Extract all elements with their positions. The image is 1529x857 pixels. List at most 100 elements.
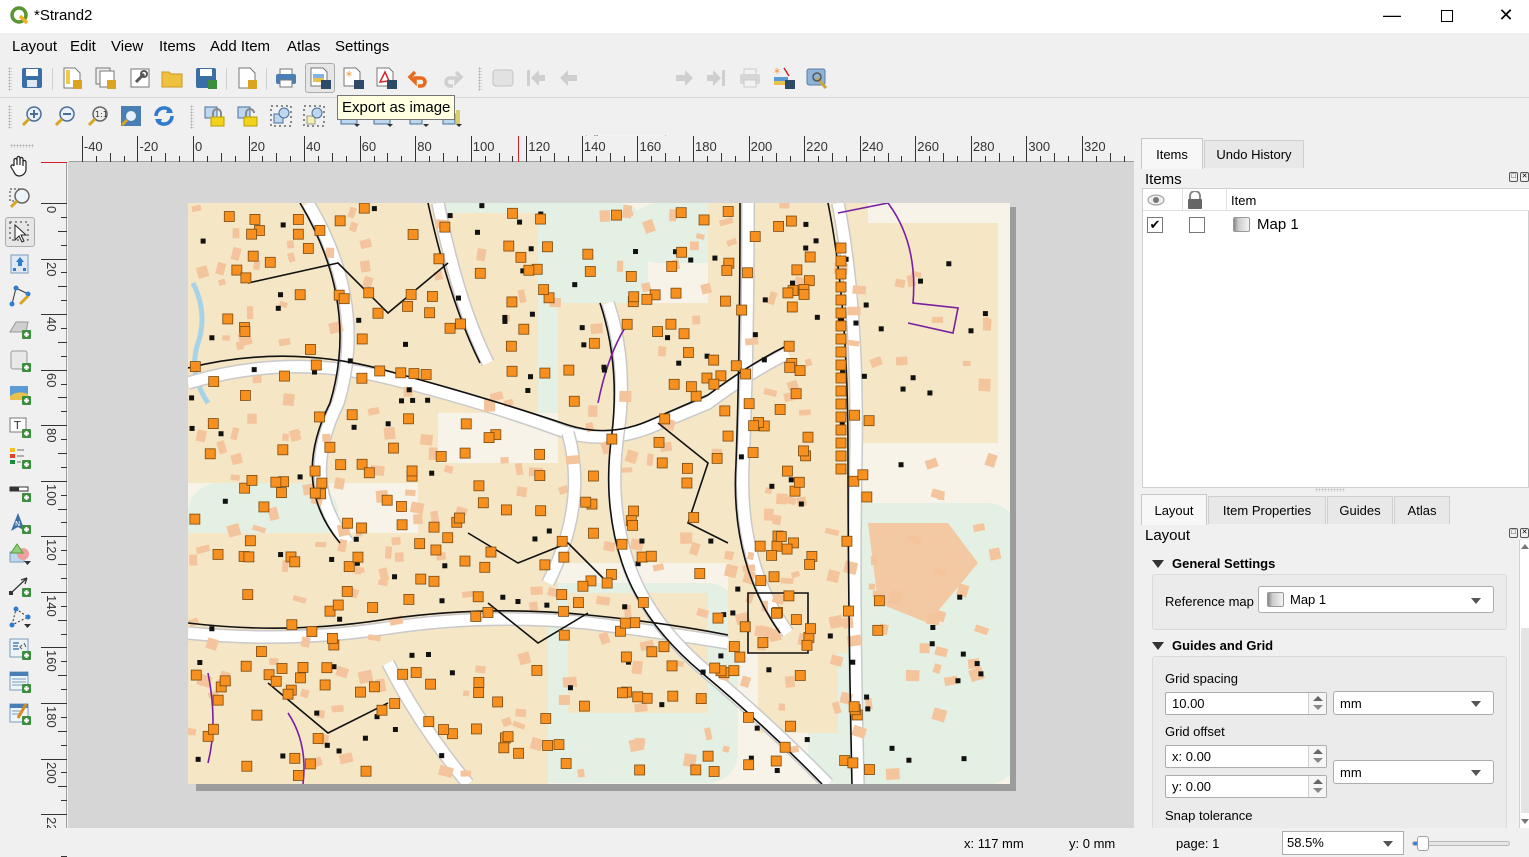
add-legend-tool[interactable]	[6, 444, 34, 472]
atlas-settings-button[interactable]	[803, 64, 831, 92]
previous-feature-button[interactable]	[555, 64, 583, 92]
zoom-full-button[interactable]	[117, 102, 145, 130]
spin-arrows-icon[interactable]	[1308, 776, 1326, 797]
vertical-ruler[interactable]: 020406080100120140160180200220	[41, 162, 67, 857]
add-map-tool[interactable]	[6, 347, 34, 375]
slider-handle[interactable]	[1417, 836, 1430, 851]
select-move-tool[interactable]	[5, 217, 35, 247]
zoom-tool[interactable]	[6, 184, 34, 212]
spin-arrows-icon[interactable]	[1308, 746, 1326, 767]
add-north-arrow-tool[interactable]: N	[6, 509, 34, 537]
last-feature-button[interactable]	[702, 64, 730, 92]
export-atlas-button[interactable]: *	[770, 64, 798, 92]
reference-map-combo[interactable]: Map 1	[1258, 586, 1494, 613]
unlock-items-button[interactable]	[234, 102, 262, 130]
zoom-combo[interactable]: 58.5%	[1282, 831, 1404, 855]
toolbar-grip[interactable]	[8, 105, 12, 129]
group-items-button[interactable]	[267, 102, 295, 130]
print-atlas-button[interactable]	[736, 64, 764, 92]
menu-edit[interactable]: Edit	[70, 38, 96, 55]
scrollbar-thumb[interactable]	[1521, 628, 1529, 813]
save-button[interactable]	[18, 64, 46, 92]
zoom-in-button[interactable]	[18, 102, 46, 130]
guides-grid-header[interactable]: Guides and Grid	[1152, 638, 1273, 653]
float-dock-icon[interactable]: □	[1509, 172, 1518, 182]
tab-layout[interactable]: Layout	[1141, 494, 1207, 525]
ungroup-items-button[interactable]	[300, 102, 328, 130]
float-dock-icon[interactable]: □	[1509, 528, 1518, 538]
tab-item-properties[interactable]: Item Properties	[1208, 496, 1326, 524]
next-feature-button[interactable]	[670, 64, 698, 92]
locked-checkbox[interactable]	[1189, 217, 1205, 233]
layout-manager-button[interactable]	[126, 64, 154, 92]
item-name[interactable]: Map 1	[1257, 216, 1299, 233]
pan-tool[interactable]	[6, 152, 34, 180]
menu-settings[interactable]: Settings	[335, 38, 389, 55]
refresh-button[interactable]	[150, 102, 178, 130]
new-layout-button[interactable]	[58, 64, 86, 92]
tab-items[interactable]: Items	[1141, 138, 1203, 169]
zoom-out-button[interactable]	[51, 102, 79, 130]
menu-add-item[interactable]: Add Item	[210, 38, 270, 55]
duplicate-layout-button[interactable]	[92, 64, 120, 92]
new-report-button[interactable]	[233, 64, 261, 92]
zoom-slider[interactable]	[1412, 836, 1510, 851]
toolbar-grip[interactable]	[190, 105, 194, 129]
close-button[interactable]: ✕	[1483, 0, 1529, 31]
menu-layout[interactable]: Layout	[12, 38, 57, 55]
add-attribute-table-tool[interactable]	[6, 668, 34, 696]
lock-items-button[interactable]	[201, 102, 229, 130]
toolbar-grip[interactable]	[8, 67, 12, 91]
grid-offset-unit-combo[interactable]: mm	[1333, 760, 1494, 784]
maximize-button[interactable]	[1424, 0, 1470, 31]
menu-atlas[interactable]: Atlas	[287, 38, 320, 55]
add-scalebar-tool[interactable]	[6, 477, 34, 505]
move-content-tool[interactable]	[6, 250, 34, 278]
add-fixed-table-tool[interactable]	[6, 700, 34, 728]
grid-spacing-unit-combo[interactable]: mm	[1333, 691, 1494, 715]
first-feature-button[interactable]	[522, 64, 550, 92]
add-picture-tool[interactable]	[6, 380, 34, 408]
menu-items[interactable]: Items	[159, 38, 196, 55]
scroll-down-icon[interactable]	[1521, 819, 1529, 824]
column-item[interactable]: Item	[1227, 189, 1529, 211]
print-button[interactable]	[272, 64, 300, 92]
undo-button[interactable]	[405, 64, 433, 92]
add-arrow-tool[interactable]	[6, 572, 34, 600]
tab-atlas[interactable]: Atlas	[1394, 496, 1450, 524]
grid-offset-x-input[interactable]: x: 0.00	[1165, 745, 1327, 768]
horizontal-ruler[interactable]: -40 -20 0 20 40 60 80 100 120 140 160 180 200 220 240 2…	[69, 136, 1134, 162]
column-locked[interactable]	[1183, 189, 1227, 211]
redo-button[interactable]	[438, 64, 466, 92]
toolbar-grip[interactable]	[10, 144, 34, 148]
grid-spacing-input[interactable]: 10.00	[1165, 692, 1327, 715]
zoom-actual-button[interactable]: 1:1	[84, 102, 112, 130]
visible-checkbox[interactable]: ✔	[1147, 217, 1163, 233]
add-label-tool[interactable]: T	[6, 413, 34, 441]
tab-guides[interactable]: Guides	[1327, 496, 1393, 524]
scroll-up-icon[interactable]	[1521, 544, 1529, 549]
add-shape-tool[interactable]	[6, 540, 34, 568]
atlas-preview-button[interactable]	[489, 64, 517, 92]
close-dock-icon[interactable]: ✕	[1520, 172, 1529, 182]
export-image-button[interactable]	[305, 63, 335, 93]
tab-undo-history[interactable]: Undo History	[1204, 140, 1304, 168]
save-as-template-button[interactable]	[192, 64, 220, 92]
add-3d-map-tool[interactable]	[6, 314, 34, 342]
dock-splitter[interactable]	[1315, 488, 1345, 492]
edit-nodes-tool[interactable]	[6, 282, 34, 310]
layout-panel-scrollbar[interactable]	[1519, 540, 1529, 828]
toolbar-grip[interactable]	[478, 67, 482, 91]
map-item-1[interactable]	[188, 203, 1010, 784]
general-settings-header[interactable]: General Settings	[1152, 556, 1275, 571]
minimize-button[interactable]: —	[1369, 0, 1415, 31]
column-visible[interactable]	[1143, 189, 1183, 211]
items-row[interactable]: ✔ Map 1	[1143, 213, 1528, 237]
layout-canvas[interactable]	[68, 162, 1134, 828]
grid-offset-y-input[interactable]: y: 0.00	[1165, 775, 1327, 798]
close-dock-icon[interactable]: ✕	[1520, 528, 1529, 538]
menu-view[interactable]: View	[111, 38, 143, 55]
add-node-item-tool[interactable]	[6, 603, 34, 631]
add-html-tool[interactable]	[6, 635, 34, 663]
spin-arrows-icon[interactable]	[1308, 693, 1326, 714]
